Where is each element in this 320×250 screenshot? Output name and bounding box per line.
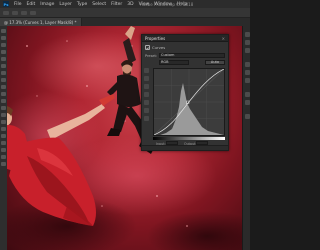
- history-brush-tool-icon[interactable]: [1, 92, 6, 96]
- pencil-icon[interactable]: [144, 108, 149, 113]
- type-tool-icon[interactable]: [1, 134, 6, 138]
- paths-panel-icon[interactable]: [244, 78, 250, 83]
- options-bar: [0, 8, 250, 18]
- option-button[interactable]: [21, 11, 27, 15]
- auto-button[interactable]: Auto: [205, 60, 225, 65]
- menu-select[interactable]: Select: [92, 2, 106, 7]
- curve-tools: [144, 68, 150, 124]
- eyedropper-tool-icon[interactable]: [1, 64, 6, 68]
- smooth-curve-icon[interactable]: [144, 116, 149, 121]
- gradient-tool-icon[interactable]: [1, 106, 6, 110]
- properties-panel: Properties × Curves Preset: Custom RGB A…: [141, 34, 229, 151]
- curves-adjustment-icon: [145, 45, 150, 50]
- tool-preset-button[interactable]: [3, 11, 9, 15]
- properties-panel-footer: [142, 145, 228, 150]
- zoom-tool-icon[interactable]: [1, 162, 6, 166]
- adjustment-name: Curves: [152, 45, 166, 50]
- shape-tool-icon[interactable]: [1, 148, 6, 152]
- panel-dock: [242, 26, 250, 250]
- menu-bar: Ps File Edit Image Layer Type Select Fil…: [0, 0, 250, 8]
- curve-points-icon[interactable]: [144, 100, 149, 105]
- white-point-eyedropper-icon[interactable]: [144, 92, 149, 97]
- menu-type[interactable]: Type: [77, 2, 87, 7]
- adjustment-type-row: Curves: [145, 45, 165, 50]
- target-adjust-hand-icon[interactable]: [144, 68, 149, 73]
- stamp-tool-icon[interactable]: [1, 85, 6, 89]
- preset-dropdown[interactable]: Custom: [159, 53, 225, 58]
- adjustments-panel-icon[interactable]: [244, 92, 250, 97]
- gray-point-eyedropper-icon[interactable]: [144, 84, 149, 89]
- healing-tool-icon[interactable]: [1, 71, 6, 75]
- path-select-tool-icon[interactable]: [1, 141, 6, 145]
- option-button[interactable]: [12, 11, 18, 15]
- menu-edit[interactable]: Edit: [27, 2, 36, 7]
- curves-graph[interactable]: [153, 68, 225, 136]
- move-tool-icon[interactable]: [1, 29, 6, 33]
- menu-3d[interactable]: 3D: [127, 2, 133, 7]
- curves-graph-drawing: [153, 68, 225, 136]
- hand-tool-icon[interactable]: [1, 155, 6, 159]
- tools-panel: [0, 26, 7, 250]
- lasso-tool-icon[interactable]: [1, 43, 6, 47]
- history-panel-icon[interactable]: [244, 32, 250, 37]
- menu-layer[interactable]: Layer: [59, 2, 72, 7]
- preset-label: Preset:: [145, 54, 158, 58]
- app-title: Adobe Photoshop CC 2018: [140, 1, 194, 7]
- menu-image[interactable]: Image: [40, 2, 54, 7]
- color-panel-icon[interactable]: [244, 40, 250, 45]
- close-icon[interactable]: ×: [222, 36, 225, 41]
- properties-panel-title: Properties: [145, 35, 166, 41]
- pen-tool-icon[interactable]: [1, 127, 6, 131]
- brush-tool-icon[interactable]: [1, 78, 6, 82]
- input-gradient-bar: [153, 137, 225, 140]
- properties-panel-header[interactable]: Properties ×: [142, 35, 228, 42]
- blur-tool-icon[interactable]: [1, 113, 6, 117]
- eraser-tool-icon[interactable]: [1, 99, 6, 103]
- quick-select-tool-icon[interactable]: [1, 50, 6, 54]
- menu-file[interactable]: File: [14, 2, 22, 7]
- channel-dropdown[interactable]: RGB: [159, 60, 189, 65]
- properties-panel-icon[interactable]: [244, 100, 250, 105]
- photoshop-logo-icon[interactable]: Ps: [3, 1, 9, 7]
- libraries-panel-icon[interactable]: [244, 114, 250, 119]
- dodge-tool-icon[interactable]: [1, 120, 6, 124]
- marquee-tool-icon[interactable]: [1, 36, 6, 40]
- layers-panel-icon[interactable]: [244, 62, 250, 67]
- channels-panel-icon[interactable]: [244, 70, 250, 75]
- document-tab[interactable]: @ 17.3% (Curves 1, Layer Mask/8) *: [0, 18, 82, 26]
- menu-filter[interactable]: Filter: [111, 2, 122, 7]
- crop-tool-icon[interactable]: [1, 57, 6, 61]
- swatches-panel-icon[interactable]: [244, 48, 250, 53]
- option-button[interactable]: [30, 11, 36, 15]
- black-point-eyedropper-icon[interactable]: [144, 76, 149, 81]
